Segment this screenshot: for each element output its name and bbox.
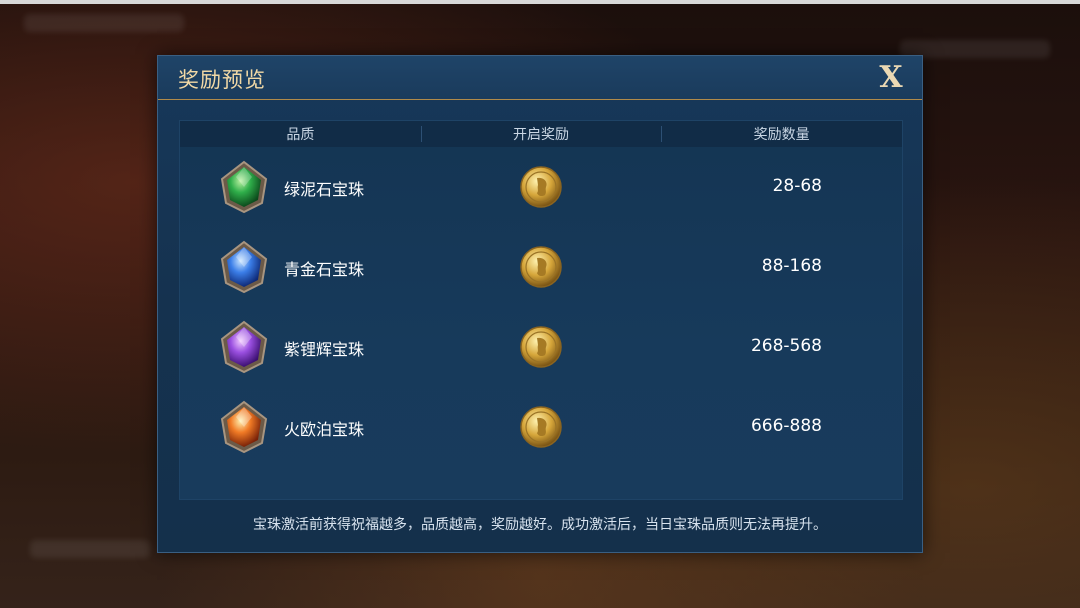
- reward-preview-dialog: 奖励预览 X 品质 开启奖励 奖励数量 绿泥石宝珠 28-68 青金石宝珠 88…: [157, 55, 923, 553]
- table-row: 青金石宝珠 88-168: [180, 227, 902, 307]
- background-blurred-element: [30, 540, 150, 558]
- gold-coin-icon: [520, 246, 562, 288]
- dialog-title: 奖励预览: [178, 68, 266, 92]
- header-open-reward: 开启奖励: [420, 121, 662, 147]
- reward-amount: 268-568: [750, 336, 822, 356]
- close-button[interactable]: X: [874, 60, 908, 95]
- header-quality: 品质: [286, 127, 315, 143]
- table-row: 火欧泊宝珠 666-888: [180, 387, 902, 467]
- background-top-bar: [0, 0, 1080, 4]
- reward-amount: 88-168: [761, 256, 822, 276]
- reward-amount: 28-68: [772, 176, 822, 196]
- dialog-header: 奖励预览 X: [158, 56, 922, 100]
- gem-name: 火欧泊宝珠: [284, 420, 365, 439]
- reward-table: 品质 开启奖励 奖励数量 绿泥石宝珠 28-68 青金石宝珠 88-168 紫锂…: [179, 120, 903, 500]
- reward-amount: 666-888: [750, 416, 822, 436]
- gold-coin-icon: [520, 326, 562, 368]
- gem-name: 紫锂辉宝珠: [284, 340, 365, 359]
- orange-gem-icon: [220, 400, 268, 454]
- background-blurred-element: [24, 14, 184, 32]
- table-row: 紫锂辉宝珠 268-568: [180, 307, 902, 387]
- table-row: 绿泥石宝珠 28-68: [180, 147, 902, 227]
- gem-name: 青金石宝珠: [284, 260, 365, 279]
- gem-name: 绿泥石宝珠: [284, 180, 365, 199]
- purple-gem-icon: [220, 320, 268, 374]
- footer-note: 宝珠激活前获得祝福越多，品质越高，奖励越好。成功激活后，当日宝珠品质则无法再提升…: [253, 517, 827, 533]
- gold-coin-icon: [520, 166, 562, 208]
- gold-coin-icon: [520, 406, 562, 448]
- blue-gem-icon: [220, 240, 268, 294]
- green-gem-icon: [220, 160, 268, 214]
- table-header: 品质 开启奖励 奖励数量: [180, 121, 902, 147]
- header-reward-amount: 奖励数量: [661, 121, 902, 147]
